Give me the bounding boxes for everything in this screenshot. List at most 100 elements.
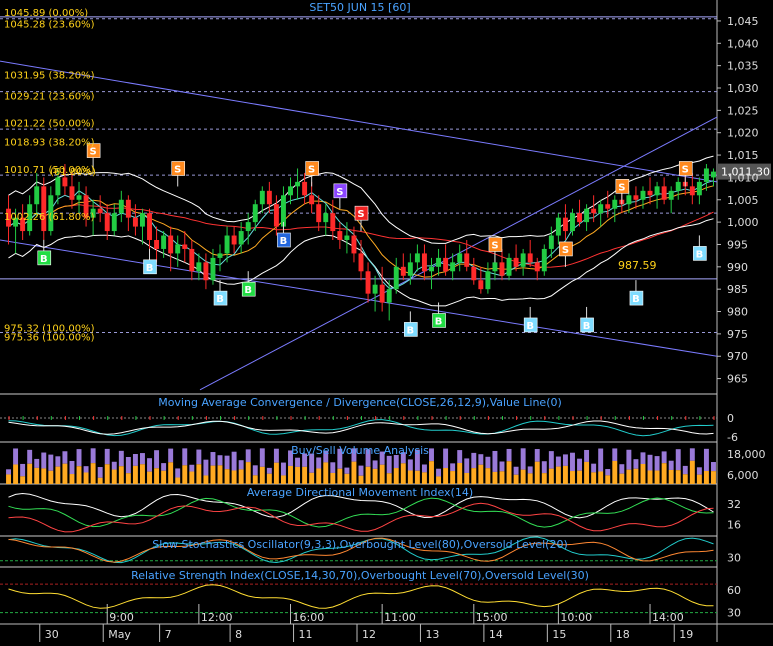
volume-sell-bar — [372, 460, 378, 469]
volume-buy-bar — [577, 470, 583, 484]
macd-histogram-bar — [403, 416, 405, 420]
panel-title: Buy/Sell Volume Analysis — [291, 444, 429, 457]
volume-buy-bar — [492, 471, 498, 484]
volume-buy-bar — [20, 476, 26, 484]
candle-body — [464, 253, 470, 267]
fib-level-label: 975.36 (100.00%) — [4, 332, 95, 343]
volume-sell-bar — [485, 456, 491, 469]
annotation-value: 987.59 — [618, 259, 657, 272]
macd-histogram-bar — [79, 416, 81, 420]
date-axis-label: 8 — [235, 628, 242, 641]
volume-buy-bar — [330, 472, 336, 484]
stock-chart[interactable]: SS SSSS SSSBBBBBBB B BBB1,011.30 1,0451,0401… — [0, 0, 773, 642]
macd-histogram-bar — [93, 416, 95, 420]
volume-sell-bar — [97, 467, 103, 478]
fib-level-label: 1002.26 (61.80%) — [4, 212, 95, 223]
signal-letter: B — [244, 285, 252, 296]
price-tick-label: 1,045 — [727, 15, 759, 28]
volume-buy-bar — [647, 470, 653, 484]
chart-title: SET50 JUN 15 [60] — [309, 1, 410, 14]
volume-sell-bar — [62, 451, 68, 464]
volume-sell-bar — [266, 467, 272, 474]
candle-body — [125, 199, 131, 218]
volume-sell-bar — [527, 466, 533, 474]
candle-body — [55, 177, 61, 196]
candle-body — [675, 181, 681, 191]
date-axis-label: 14 — [489, 628, 503, 641]
macd-histogram-bar — [572, 416, 574, 420]
signal-letter: B — [696, 249, 704, 260]
candle-body — [640, 190, 646, 200]
candle-body — [147, 213, 152, 240]
candle-body — [436, 257, 442, 267]
candle-body — [330, 213, 336, 232]
candle-body — [506, 257, 512, 276]
candle-body — [407, 262, 413, 276]
candle-body — [309, 195, 315, 205]
volume-sell-bar — [450, 463, 456, 472]
date-axis-label: 18 — [616, 628, 630, 641]
volume-sell-bar — [647, 454, 653, 471]
price-tick-label: 980 — [727, 306, 748, 319]
macd-histogram-bar — [431, 416, 433, 420]
volume-buy-bar — [407, 470, 413, 484]
volume-buy-bar — [386, 473, 392, 484]
fib-level-label: 1021.22 (50.00%) — [4, 118, 95, 129]
volume-sell-bar — [436, 468, 442, 477]
volume-buy-bar — [393, 468, 399, 484]
volume-buy-bar — [55, 466, 61, 484]
volume-sell-bar — [217, 455, 223, 466]
volume-sell-bar — [154, 450, 160, 469]
volume-sell-bar — [210, 452, 216, 466]
volume-buy-bar — [414, 470, 420, 484]
volume-sell-bar — [118, 450, 124, 467]
volume-buy-bar — [351, 461, 357, 484]
date-axis-label: 12 — [362, 628, 376, 641]
volume-buy-bar — [90, 463, 96, 484]
volume-buy-bar — [584, 461, 590, 484]
volume-sell-bar — [55, 456, 61, 467]
candle-body — [534, 262, 540, 272]
candle-body — [647, 190, 653, 196]
volume-buy-bar — [654, 470, 660, 484]
candle-body — [400, 266, 406, 276]
candle-body — [471, 266, 477, 281]
panel-tick-label: 18,000 — [727, 448, 766, 461]
volume-buy-bar — [238, 469, 244, 484]
candle-body — [62, 177, 68, 187]
candle-body — [372, 284, 378, 294]
candle-body — [182, 244, 188, 249]
volume-buy-bar — [139, 464, 145, 484]
macd-histogram-bar — [22, 416, 24, 420]
volume-sell-bar — [280, 462, 286, 476]
volume-buy-bar — [231, 470, 237, 484]
signal-letter: B — [216, 294, 224, 305]
plus-di-line — [8, 497, 714, 528]
candle-body — [288, 186, 293, 196]
volume-sell-bar — [513, 466, 519, 475]
volume-buy-bar — [429, 461, 434, 484]
macd-histogram-bar — [445, 416, 447, 420]
time-axis-label: 11:00 — [384, 611, 416, 624]
volume-buy-bar — [485, 468, 491, 484]
volume-sell-bar — [76, 449, 82, 467]
candle-body — [344, 235, 350, 240]
macd-histogram-bar — [487, 416, 489, 420]
macd-histogram-bar — [473, 416, 475, 420]
price-tick-label: 970 — [727, 350, 748, 363]
candle-body — [379, 284, 385, 303]
time-axis-label: 16:00 — [293, 611, 325, 624]
macd-histogram-bar — [248, 416, 250, 420]
volume-buy-bar — [125, 473, 131, 484]
candle-body — [210, 257, 216, 281]
candle-body — [605, 204, 611, 209]
price-tick-label: 1,030 — [727, 82, 759, 95]
volume-buy-bar — [464, 472, 470, 484]
volume-sell-bar — [48, 454, 54, 471]
volume-sell-bar — [598, 448, 604, 472]
candle-body — [429, 266, 434, 272]
volume-buy-bar — [668, 469, 674, 484]
volume-buy-bar — [562, 465, 568, 484]
volume-buy-bar — [450, 471, 456, 484]
signal-letter: B — [435, 316, 443, 327]
